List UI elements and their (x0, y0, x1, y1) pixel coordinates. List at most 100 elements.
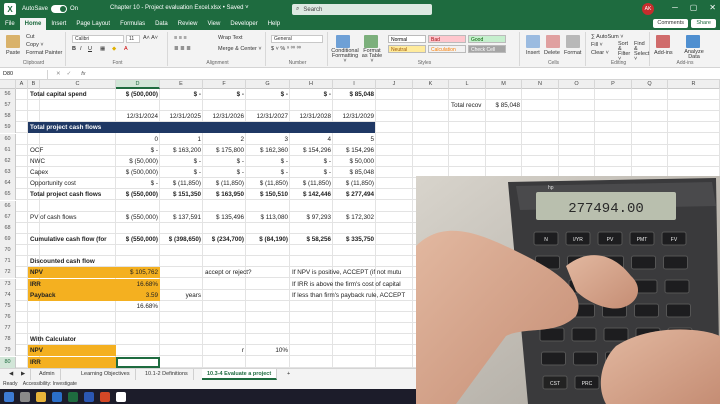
cell-h56[interactable]: $ - (290, 89, 333, 100)
cell-i60[interactable]: 5 (333, 134, 376, 145)
cell-g64[interactable]: $ (11,850) (246, 178, 290, 189)
cell-f56[interactable]: $ - (203, 89, 246, 100)
cell-i56[interactable]: $ 85,048 (333, 89, 376, 100)
cell-h69[interactable]: $ 58,256 (290, 234, 333, 245)
cell-style-calculation[interactable]: Calculation (428, 45, 466, 53)
cut-button[interactable]: Cut (26, 34, 35, 40)
autosave-control[interactable]: AutoSave On (22, 5, 78, 13)
column-header-d[interactable]: D (116, 80, 160, 89)
row-header[interactable]: 71 (0, 256, 16, 268)
cell-a74[interactable]: Payback (28, 290, 58, 301)
analyze-data-button[interactable]: Analyze Data (682, 49, 706, 60)
cell-a59[interactable]: Total project cash flows (28, 122, 103, 133)
cell-e62[interactable]: $ - (160, 156, 203, 167)
cell-f67[interactable]: $ 135,496 (203, 212, 246, 223)
user-avatar[interactable]: AK (642, 3, 654, 15)
row-header[interactable]: 64 (0, 178, 16, 190)
row-header[interactable]: 56 (0, 89, 16, 100)
file-explorer-icon[interactable] (36, 391, 46, 402)
cell-f79[interactable]: r (203, 345, 246, 356)
cell-g67[interactable]: $ 113,080 (246, 212, 290, 223)
cell-a56[interactable]: Total capital spend (28, 89, 89, 100)
clear-button[interactable]: Clear ˅ (591, 50, 609, 56)
row-header[interactable]: 73 (0, 278, 16, 290)
row-header[interactable]: 72 (0, 267, 16, 279)
ribbon-tab-file[interactable]: File (0, 18, 20, 30)
format-cells-icon[interactable] (566, 35, 580, 48)
cell-i65[interactable]: $ 277,494 (333, 189, 376, 200)
ribbon-tab-formulas[interactable]: Formulas (115, 18, 150, 30)
ribbon-tab-help[interactable]: Help (263, 18, 285, 30)
underline-icon[interactable]: U (88, 46, 92, 52)
cell-a80[interactable]: IRR (28, 357, 43, 368)
column-header-c[interactable]: C (40, 80, 116, 89)
number-format-select[interactable]: General (271, 35, 323, 43)
accessibility-status[interactable]: Accessibility: Investigate (23, 381, 77, 387)
autosum-button[interactable]: ∑ AutoSum ˅ (591, 34, 624, 40)
cell-l57[interactable]: Total recov (449, 100, 483, 111)
cell-d64[interactable]: $ - (116, 178, 160, 189)
column-header-h[interactable]: H (290, 80, 333, 89)
conditional-formatting-icon[interactable] (336, 35, 350, 48)
sort-filter-button[interactable]: Sort & Filter ˅ (618, 41, 632, 62)
cell-i58[interactable]: 12/31/2029 (333, 111, 376, 122)
formula-enter-icon[interactable]: ✓ (67, 71, 72, 77)
cell-d72[interactable]: $ 105,762 (116, 267, 160, 278)
cell-e64[interactable]: $ (11,850) (160, 178, 203, 189)
cell-i62[interactable]: $ 50,000 (333, 156, 376, 167)
cell-a73[interactable]: IRR (28, 279, 43, 290)
ribbon-tab-view[interactable]: View (202, 18, 225, 30)
autosave-toggle[interactable] (51, 5, 68, 13)
sheet-tab[interactable]: Admin (34, 369, 61, 380)
cell-h67[interactable]: $ 97,293 (290, 212, 333, 223)
addins-icon[interactable] (656, 35, 670, 48)
cell-a63[interactable]: Capex (28, 167, 50, 178)
font-color-icon[interactable]: A (124, 46, 128, 52)
active-cell[interactable] (116, 356, 160, 368)
excel-taskbar-icon[interactable] (68, 391, 78, 402)
search-taskbar-icon[interactable] (20, 391, 30, 402)
word-icon[interactable] (84, 391, 94, 402)
row-header[interactable]: 58 (0, 111, 16, 123)
cell-a64[interactable]: Opportunity cost (28, 178, 78, 189)
cell-i63[interactable]: $ 85,048 (333, 167, 376, 178)
fill-button[interactable]: Fill ˅ (591, 42, 603, 48)
insert-cells-button[interactable]: Insert (526, 50, 540, 56)
cell-i67[interactable]: $ 172,302 (333, 212, 376, 223)
column-header-g[interactable]: G (246, 80, 290, 89)
column-header-q[interactable]: Q (632, 80, 668, 89)
ribbon-tab-data[interactable]: Data (150, 18, 173, 30)
column-header-e[interactable]: E (160, 80, 203, 89)
cell-a62[interactable]: NWC (28, 156, 47, 167)
cell-f62[interactable]: $ - (203, 156, 246, 167)
cell-h60[interactable]: 4 (290, 134, 333, 145)
wrap-text-button[interactable]: Wrap Text (218, 35, 243, 41)
cell-f69[interactable]: $ (234,700) (203, 234, 246, 245)
paste-icon[interactable] (6, 35, 20, 48)
formula-cancel-icon[interactable]: ✕ (56, 71, 61, 77)
column-header-p[interactable]: P (595, 80, 632, 89)
ribbon-tab-page-layout[interactable]: Page Layout (71, 18, 115, 30)
row-header[interactable]: 76 (0, 312, 16, 323)
document-title[interactable]: Chapter 10 - Project evaluation Excel.xl… (110, 5, 249, 11)
cell-style-neutral[interactable]: Neutral (388, 45, 426, 53)
cell-d75[interactable]: 16.68% (116, 301, 160, 312)
cell-d69[interactable]: $ (550,000) (116, 234, 160, 245)
chrome-icon[interactable] (116, 391, 126, 402)
cell-h73[interactable]: If IRR is above the firm's cost of capit… (290, 279, 403, 290)
share-button[interactable]: Share (691, 19, 716, 28)
cell-f72[interactable]: accept or reject? (203, 267, 254, 278)
cell-a69[interactable]: Cumulative cash flow (for (28, 234, 109, 245)
cell-g63[interactable]: $ - (246, 167, 290, 178)
cell-g60[interactable]: 3 (246, 134, 290, 145)
cell-style-bad[interactable]: Bad (428, 35, 466, 43)
name-box[interactable]: D80 (0, 69, 48, 79)
cell-a79[interactable]: NPV (28, 345, 45, 356)
row-header[interactable]: 57 (0, 100, 16, 112)
next-sheet-icon[interactable]: ▶ (16, 369, 32, 380)
cell-a72[interactable]: NPV (28, 267, 45, 278)
addins-button[interactable]: Add-ins (654, 50, 673, 56)
row-header[interactable]: 79 (0, 345, 16, 357)
row-header[interactable]: 65 (0, 189, 16, 201)
start-icon[interactable] (4, 391, 14, 402)
